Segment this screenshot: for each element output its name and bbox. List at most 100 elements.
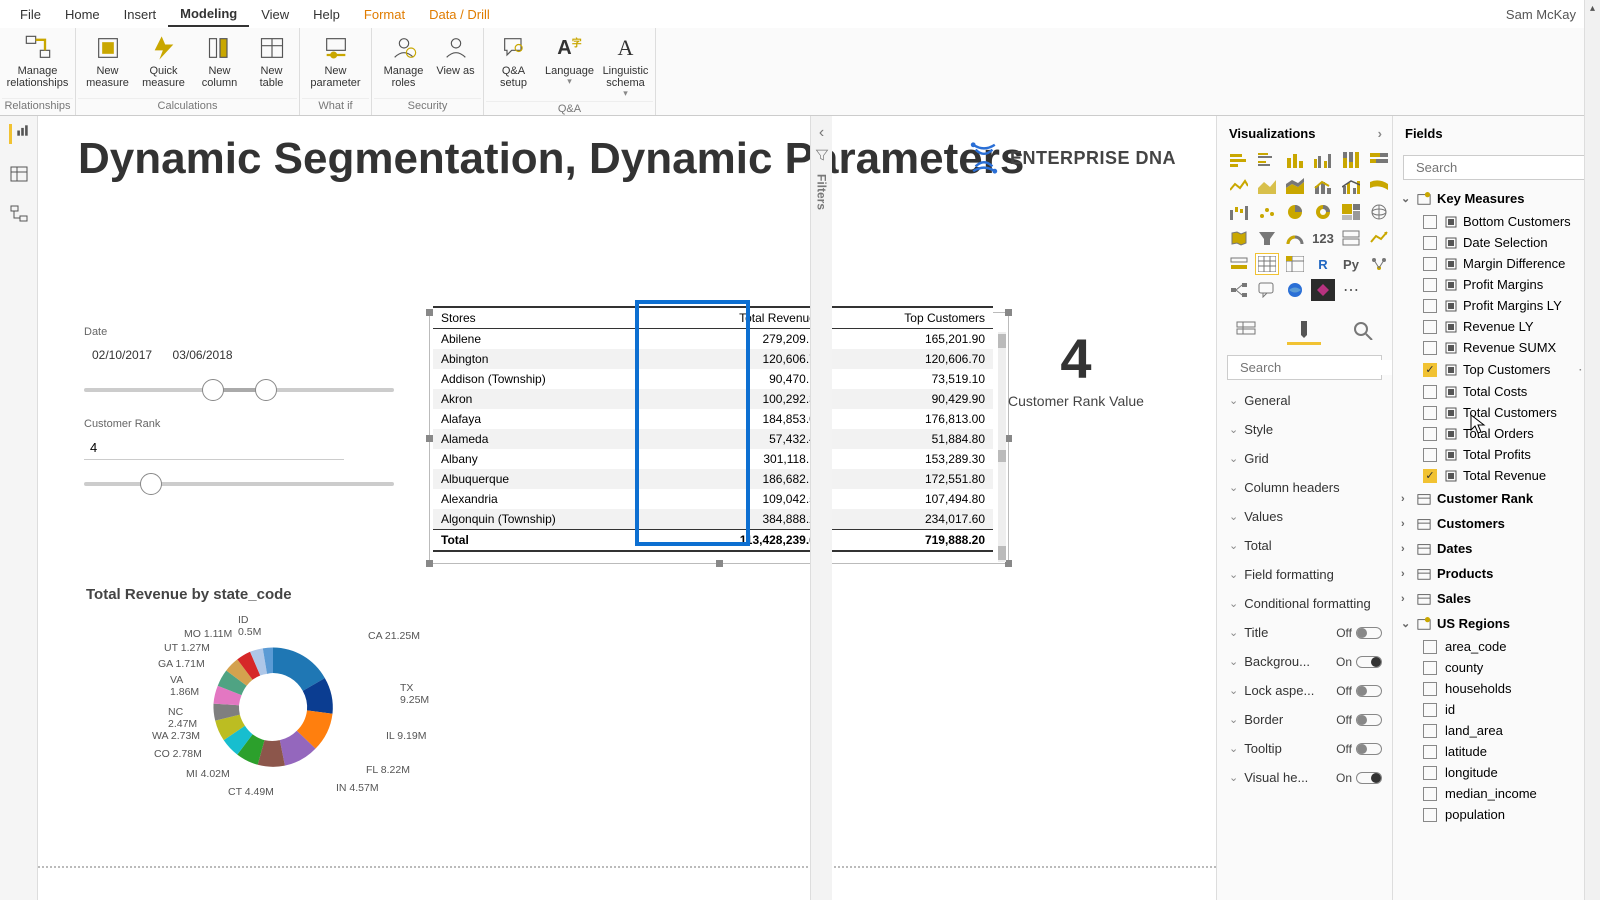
format-toggle[interactable]: ⌄Lock aspe...Off xyxy=(1217,676,1392,705)
table-key-measures[interactable]: ⌄Key Measures xyxy=(1393,186,1600,211)
field-land_area[interactable]: land_area xyxy=(1393,720,1600,741)
format-toggle[interactable]: ⌄BorderOff xyxy=(1217,705,1392,734)
format-section[interactable]: ⌄Style xyxy=(1217,415,1392,444)
table-row[interactable]: Addison (Township)90,470.173,519.10 xyxy=(433,369,993,389)
fields-search[interactable] xyxy=(1403,155,1590,180)
new-column-button[interactable]: New column xyxy=(192,32,248,98)
decomposition-icon[interactable] xyxy=(1227,279,1251,301)
manage-relationships-button[interactable]: Manage relationships xyxy=(2,32,74,98)
menu-format[interactable]: Format xyxy=(352,3,417,26)
format-toggle[interactable]: ⌄Backgrou...On xyxy=(1217,647,1392,676)
stackedcol-icon[interactable] xyxy=(1283,149,1307,171)
field-total-costs[interactable]: Total Costs xyxy=(1393,381,1600,402)
field-profit-margins-ly[interactable]: Profit Margins LY xyxy=(1393,295,1600,316)
donut-chart[interactable]: CA 21.25M TX9.25M IL 9.19M FL 8.22M IN 4… xyxy=(118,612,438,812)
treemap-icon[interactable] xyxy=(1339,201,1363,223)
language-button[interactable]: A字Language▾ xyxy=(542,32,598,101)
col-header[interactable]: Top Customers xyxy=(824,307,993,329)
format-section[interactable]: ⌄Column headers xyxy=(1217,473,1392,502)
field-margin-difference[interactable]: Margin Difference xyxy=(1393,253,1600,274)
format-section[interactable]: ⌄Conditional formatting xyxy=(1217,589,1392,618)
table-row[interactable]: Abington120,606.7120,606.70 xyxy=(433,349,993,369)
view-as-button[interactable]: View as xyxy=(432,32,480,98)
expand-icon[interactable]: ‹ xyxy=(819,124,824,142)
table-row[interactable]: Alexandria109,042.5107,494.80 xyxy=(433,489,993,509)
table-row[interactable]: Albany301,118.1153,289.30 xyxy=(433,449,993,469)
combo2-icon[interactable] xyxy=(1339,175,1363,197)
powerapps-icon[interactable] xyxy=(1311,279,1335,301)
data-view-icon[interactable] xyxy=(9,164,29,184)
python-icon[interactable]: Py xyxy=(1339,253,1363,275)
gauge-icon[interactable] xyxy=(1283,227,1307,249)
table-products[interactable]: ›Products xyxy=(1393,561,1600,586)
stackedbar-icon[interactable] xyxy=(1227,149,1251,171)
get-more-icon[interactable]: ⋯ xyxy=(1339,279,1363,301)
rank-slider[interactable] xyxy=(84,482,394,486)
date-slider[interactable] xyxy=(84,388,394,392)
col-header[interactable]: Stores xyxy=(433,307,662,329)
format-toggle[interactable]: ⌄TooltipOff xyxy=(1217,734,1392,763)
format-toggle[interactable]: ⌄TitleOff xyxy=(1217,618,1392,647)
slider-thumb-from[interactable] xyxy=(202,379,224,401)
stackedarea-icon[interactable] xyxy=(1283,175,1307,197)
table-dates[interactable]: ›Dates xyxy=(1393,536,1600,561)
fields-search-input[interactable] xyxy=(1416,160,1592,175)
format-section[interactable]: ⌄Total xyxy=(1217,531,1392,560)
menu-home[interactable]: Home xyxy=(53,3,112,26)
new-parameter-button[interactable]: New parameter xyxy=(302,32,370,98)
clusteredbar-icon[interactable] xyxy=(1255,149,1279,171)
funnel-icon[interactable] xyxy=(1255,227,1279,249)
clusteredcol-icon[interactable] xyxy=(1311,149,1335,171)
field-latitude[interactable]: latitude xyxy=(1393,741,1600,762)
kpi-icon[interactable] xyxy=(1367,227,1391,249)
date-slicer[interactable]: Date 02/10/2017 03/06/2018 xyxy=(84,326,394,392)
quick-measure-button[interactable]: Quick measure xyxy=(136,32,192,98)
waterfall-icon[interactable] xyxy=(1227,201,1251,223)
matrix-icon[interactable] xyxy=(1283,253,1307,275)
qa-vis-icon[interactable] xyxy=(1255,279,1279,301)
menu-help[interactable]: Help xyxy=(301,3,352,26)
scatter-icon[interactable] xyxy=(1255,201,1279,223)
format-section[interactable]: ⌄Values xyxy=(1217,502,1392,531)
field-total-profits[interactable]: Total Profits xyxy=(1393,444,1600,465)
format-section[interactable]: ⌄General xyxy=(1217,386,1392,415)
multicard-icon[interactable] xyxy=(1339,227,1363,249)
rank-input[interactable] xyxy=(84,436,344,460)
map-icon[interactable] xyxy=(1367,201,1391,223)
model-view-icon[interactable] xyxy=(9,204,29,224)
field-total-revenue[interactable]: ✓Total Revenue xyxy=(1393,465,1600,486)
table-sales[interactable]: ›Sales xyxy=(1393,586,1600,611)
pie-icon[interactable] xyxy=(1283,201,1307,223)
rank-slider-thumb[interactable] xyxy=(140,473,162,495)
field-area_code[interactable]: area_code xyxy=(1393,636,1600,657)
filters-pane-collapsed[interactable]: ‹ Filters xyxy=(810,116,832,900)
field-bottom-customers[interactable]: Bottom Customers xyxy=(1393,211,1600,232)
field-total-orders[interactable]: Total Orders xyxy=(1393,423,1600,444)
field-households[interactable]: households xyxy=(1393,678,1600,699)
field-revenue-sumx[interactable]: Revenue SUMX xyxy=(1393,337,1600,358)
table-row[interactable]: Alafaya184,853.0176,813.00 xyxy=(433,409,993,429)
menu-view[interactable]: View xyxy=(249,3,301,26)
analytics-tab[interactable] xyxy=(1346,315,1380,345)
format-toggle[interactable]: ⌄Visual he...On xyxy=(1217,763,1392,792)
fields-tab[interactable] xyxy=(1229,315,1263,345)
field-median_income[interactable]: median_income xyxy=(1393,783,1600,804)
line-icon[interactable] xyxy=(1227,175,1251,197)
collapse-icon[interactable]: › xyxy=(1378,126,1382,141)
table-vis-icon[interactable] xyxy=(1255,253,1279,275)
ribbon-icon[interactable] xyxy=(1367,175,1391,197)
scroll-up-icon[interactable]: ▴ xyxy=(1585,0,1600,16)
menu-data-drill[interactable]: Data / Drill xyxy=(417,3,502,26)
field-county[interactable]: county xyxy=(1393,657,1600,678)
format-tab[interactable] xyxy=(1287,315,1321,345)
field-revenue-ly[interactable]: Revenue LY xyxy=(1393,316,1600,337)
table-customers[interactable]: ›Customers xyxy=(1393,511,1600,536)
col-header[interactable]: Total Revenue xyxy=(662,307,824,329)
format-section[interactable]: ⌄Field formatting xyxy=(1217,560,1392,589)
table-row[interactable]: Abilene279,209.1165,201.90 xyxy=(433,329,993,350)
stores-table[interactable]: StoresTotal RevenueTop Customers Abilene… xyxy=(433,306,993,552)
date-from[interactable]: 02/10/2017 xyxy=(84,344,160,366)
area-icon[interactable] xyxy=(1255,175,1279,197)
field-id[interactable]: id xyxy=(1393,699,1600,720)
field-longitude[interactable]: longitude xyxy=(1393,762,1600,783)
